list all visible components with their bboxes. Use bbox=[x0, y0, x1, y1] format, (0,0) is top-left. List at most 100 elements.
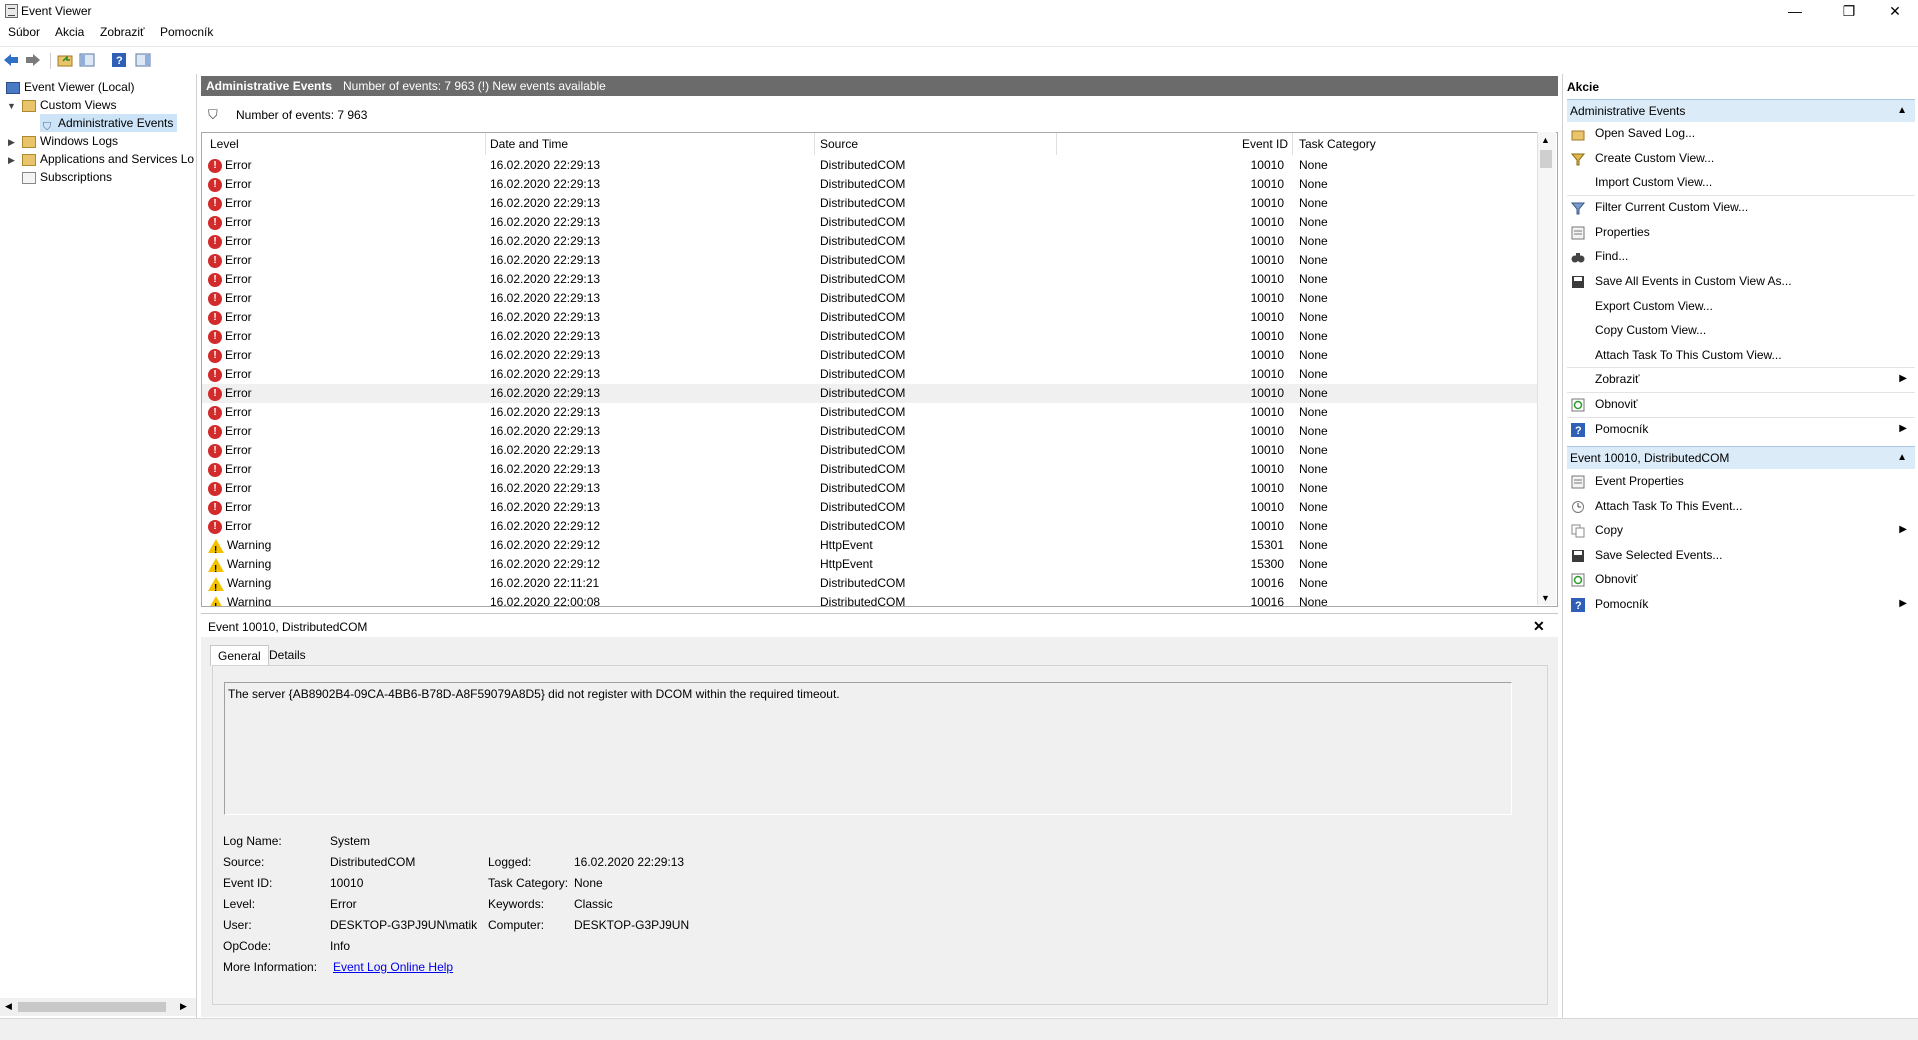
close-detail-icon[interactable]: ✕ bbox=[1533, 618, 1545, 635]
table-row[interactable]: Warning 16.02.2020 22:29:12 HttpEvent 15300… bbox=[202, 555, 1537, 579]
action-item[interactable]: Create Custom View... bbox=[1567, 147, 1907, 169]
action-item[interactable]: Attach Task To This Event... bbox=[1567, 495, 1907, 517]
scroll-right-icon[interactable]: ▶ bbox=[180, 1001, 187, 1012]
open-folder-icon[interactable] bbox=[56, 51, 74, 69]
column-divider[interactable] bbox=[485, 133, 486, 155]
tab-general[interactable]: General bbox=[210, 645, 269, 666]
table-row[interactable]: ! Error 16.02.2020 22:29:13 DistributedCOM 1… bbox=[202, 175, 1537, 194]
action-item[interactable]: Open Saved Log... bbox=[1567, 122, 1907, 144]
table-row[interactable]: ! Error 16.02.2020 22:29:13 DistributedCOM 1… bbox=[202, 194, 1537, 213]
expand-chevron-down-icon[interactable]: ▼ bbox=[7, 101, 16, 111]
table-row[interactable]: ! Error 16.02.2020 22:29:13 DistributedCOM 1… bbox=[202, 498, 1537, 517]
column-header-task-category[interactable]: Task Category bbox=[1299, 135, 1376, 153]
action-item[interactable]: ? Pomocník ▶ bbox=[1567, 418, 1907, 440]
table-row[interactable]: ! Error 16.02.2020 22:29:12 DistributedCOM 1… bbox=[202, 517, 1537, 536]
table-row[interactable]: ! Error 16.02.2020 22:29:13 DistributedCOM 1… bbox=[202, 403, 1537, 422]
column-header-level[interactable]: Level bbox=[210, 135, 239, 153]
minimize-button[interactable]: — bbox=[1772, 0, 1818, 22]
table-row[interactable]: ! Error 16.02.2020 22:29:13 DistributedCOM 1… bbox=[202, 213, 1537, 232]
level-text: Error bbox=[225, 253, 252, 267]
column-divider[interactable] bbox=[1292, 133, 1293, 155]
level-text: Error bbox=[225, 367, 252, 381]
actions-section-administrative-events[interactable]: Administrative Events ▲ bbox=[1567, 99, 1915, 122]
copy-icon bbox=[1571, 523, 1585, 538]
action-item[interactable]: Filter Current Custom View... bbox=[1567, 196, 1907, 218]
table-row[interactable]: Warning 16.02.2020 22:11:21 DistributedCOM… bbox=[202, 574, 1537, 598]
events-vertical-scrollbar[interactable] bbox=[1537, 132, 1556, 605]
events-scroll-thumb[interactable] bbox=[1540, 150, 1552, 168]
scroll-up-icon[interactable]: ▲ bbox=[1541, 135, 1550, 145]
table-row[interactable]: ! Error 16.02.2020 22:29:13 DistributedCOM 1… bbox=[202, 384, 1537, 403]
action-item[interactable]: Save Selected Events... bbox=[1567, 544, 1907, 566]
menu-file[interactable]: Súbor bbox=[8, 25, 40, 39]
column-header-source[interactable]: Source bbox=[820, 135, 858, 153]
scroll-down-icon[interactable]: ▼ bbox=[1541, 593, 1550, 603]
tree-item-administrative-events[interactable]: ⛉ Administrative Events bbox=[40, 114, 178, 133]
tree-item-applications-services[interactable]: Applications and Services Lo bbox=[22, 150, 194, 168]
show-action-pane-icon[interactable] bbox=[134, 51, 152, 69]
folder-icon bbox=[22, 99, 36, 112]
column-header-date[interactable]: Date and Time bbox=[490, 135, 568, 153]
action-item[interactable]: Find... bbox=[1567, 245, 1907, 267]
actions-section-event[interactable]: Event 10010, DistributedCOM ▲ bbox=[1567, 446, 1915, 469]
action-item[interactable]: Export Custom View... bbox=[1567, 295, 1907, 317]
table-row[interactable]: ! Error 16.02.2020 22:29:13 DistributedCOM 1… bbox=[202, 460, 1537, 479]
table-row[interactable]: Warning 16.02.2020 22:00:08 DistributedCOM… bbox=[202, 593, 1537, 606]
action-item[interactable]: Attach Task To This Custom View... bbox=[1567, 344, 1907, 366]
table-row[interactable]: ! Error 16.02.2020 22:29:13 DistributedCOM 1… bbox=[202, 441, 1537, 460]
table-row[interactable]: ! Error 16.02.2020 22:29:13 DistributedCOM 1… bbox=[202, 308, 1537, 327]
table-row[interactable]: ! Error 16.02.2020 22:29:13 DistributedCOM 1… bbox=[202, 156, 1537, 175]
table-row[interactable]: ! Error 16.02.2020 22:29:13 DistributedCOM 1… bbox=[202, 327, 1537, 346]
expand-chevron-right-icon[interactable]: ▶ bbox=[8, 137, 15, 148]
show-tree-icon[interactable] bbox=[78, 51, 96, 69]
table-row[interactable]: ! Error 16.02.2020 22:29:13 DistributedCOM 1… bbox=[202, 346, 1537, 365]
collapse-chevron-up-icon[interactable]: ▲ bbox=[1897, 100, 1907, 122]
table-row[interactable]: ! Error 16.02.2020 22:29:13 DistributedCOM 1… bbox=[202, 422, 1537, 441]
table-row[interactable]: ! Error 16.02.2020 22:29:13 DistributedCOM 1… bbox=[202, 232, 1537, 251]
help-icon[interactable]: ? bbox=[110, 51, 128, 69]
column-divider[interactable] bbox=[1056, 133, 1057, 155]
table-row[interactable]: ! Error 16.02.2020 22:29:13 DistributedCOM 1… bbox=[202, 365, 1537, 384]
tree-scroll-thumb[interactable] bbox=[18, 1002, 166, 1012]
table-row[interactable]: ! Error 16.02.2020 22:29:13 DistributedCOM 1… bbox=[202, 251, 1537, 270]
menu-action[interactable]: Akcia bbox=[55, 25, 84, 39]
action-item[interactable]: Copy Custom View... bbox=[1567, 319, 1907, 341]
action-item[interactable]: Zobraziť ▶ bbox=[1567, 368, 1907, 390]
forward-arrow-icon[interactable] bbox=[24, 51, 42, 69]
expand-chevron-right-icon[interactable]: ▶ bbox=[8, 155, 15, 166]
column-header-event-id[interactable]: Event ID bbox=[1242, 135, 1288, 153]
error-icon: ! bbox=[208, 405, 222, 420]
action-item[interactable]: Import Custom View... bbox=[1567, 171, 1907, 193]
table-row[interactable]: Warning 16.02.2020 22:29:12 HttpEvent 15301… bbox=[202, 536, 1537, 560]
collapse-chevron-up-icon[interactable]: ▲ bbox=[1897, 447, 1907, 469]
scroll-left-icon[interactable]: ◀ bbox=[5, 1001, 12, 1012]
tree-item-windows-logs[interactable]: Windows Logs bbox=[22, 132, 118, 150]
column-divider[interactable] bbox=[814, 133, 815, 155]
opcode-value: Info bbox=[330, 939, 351, 953]
action-item[interactable]: Copy ▶ bbox=[1567, 519, 1907, 541]
table-row[interactable]: ! Error 16.02.2020 22:29:13 DistributedCOM 1… bbox=[202, 270, 1537, 289]
action-item[interactable]: Save All Events in Custom View As... bbox=[1567, 270, 1907, 292]
cell-source: DistributedCOM bbox=[820, 424, 906, 438]
menu-view[interactable]: Zobraziť bbox=[100, 25, 145, 39]
event-log-online-help-link[interactable]: Event Log Online Help bbox=[333, 960, 453, 974]
table-row[interactable]: ! Error 16.02.2020 22:29:13 DistributedCOM 1… bbox=[202, 289, 1537, 308]
action-item[interactable]: Obnoviť bbox=[1567, 393, 1907, 415]
tree-item-custom-views[interactable]: Custom Views bbox=[22, 96, 116, 114]
close-button[interactable]: ✕ bbox=[1872, 0, 1918, 22]
cell-level: ! Error bbox=[208, 232, 252, 251]
event-message-box[interactable]: The server {AB8902B4-09CA-4BB6-B78D-A8F5… bbox=[224, 682, 1512, 815]
back-arrow-icon[interactable] bbox=[2, 51, 20, 69]
table-row[interactable]: ! Error 16.02.2020 22:29:13 DistributedCOM 1… bbox=[202, 479, 1537, 498]
action-item[interactable]: Properties bbox=[1567, 221, 1907, 243]
action-item[interactable]: Obnoviť bbox=[1567, 568, 1907, 590]
tree-item-event-viewer-local[interactable]: Event Viewer (Local) bbox=[6, 78, 135, 96]
restore-button[interactable]: ❐ bbox=[1826, 0, 1872, 22]
menu-help[interactable]: Pomocník bbox=[160, 25, 213, 39]
action-item[interactable]: ? Pomocník ▶ bbox=[1567, 593, 1907, 615]
tree-item-subscriptions[interactable]: Subscriptions bbox=[22, 168, 112, 186]
cell-level: ! Error bbox=[208, 308, 252, 327]
tab-details[interactable]: Details bbox=[262, 645, 313, 665]
action-item[interactable]: Event Properties bbox=[1567, 470, 1907, 492]
warning-icon bbox=[208, 595, 224, 606]
